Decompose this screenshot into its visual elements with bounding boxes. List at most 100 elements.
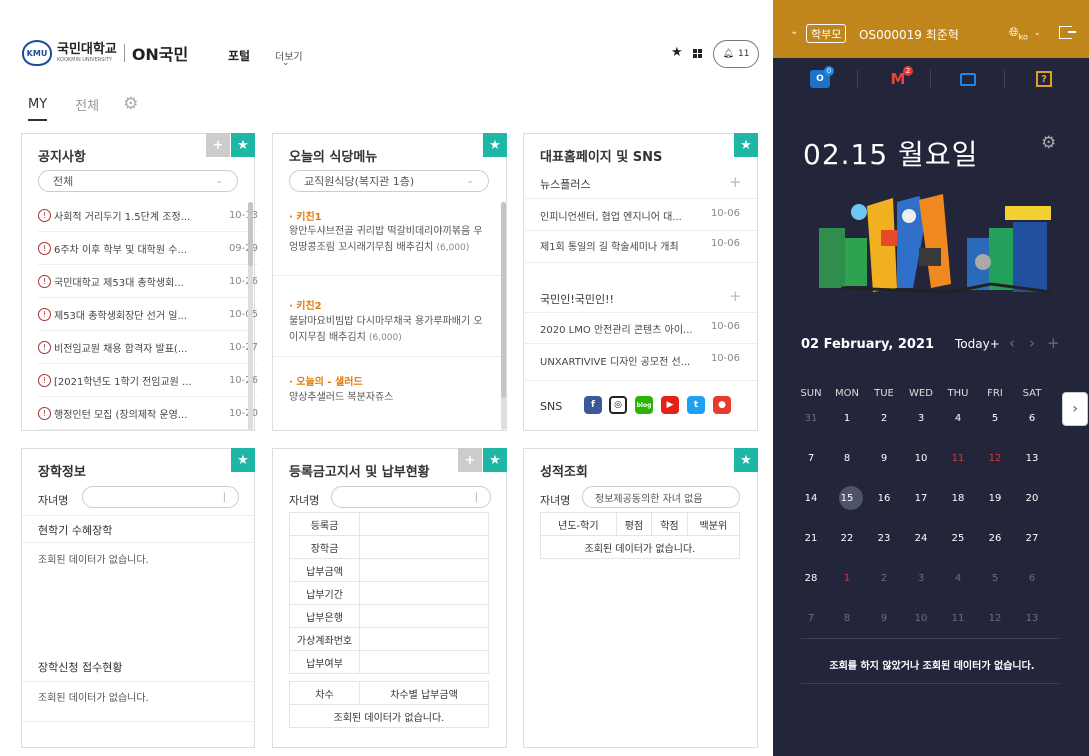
calendar-day[interactable]: 9: [866, 613, 902, 624]
calendar-day[interactable]: 7: [793, 613, 829, 624]
favorite-star-icon[interactable]: ★: [231, 448, 255, 472]
calendar-day[interactable]: 17: [903, 493, 939, 504]
youtube-icon[interactable]: ▶: [661, 396, 679, 414]
prev-month-icon[interactable]: ‹: [1009, 334, 1015, 352]
instagram-icon[interactable]: ◎: [609, 396, 627, 414]
calendar-day[interactable]: 25: [940, 533, 976, 544]
calendar-day[interactable]: 9: [866, 453, 902, 464]
calendar-day[interactable]: 31: [793, 413, 829, 424]
calendar-day[interactable]: 23: [866, 533, 902, 544]
calendar-day[interactable]: 5: [977, 573, 1013, 584]
settings-gear-icon[interactable]: ⚙: [1041, 133, 1056, 153]
favorite-star-icon[interactable]: ★: [734, 133, 758, 157]
calendar-day[interactable]: 28: [793, 573, 829, 584]
calendar-day[interactable]: 10: [903, 453, 939, 464]
role-badge[interactable]: 학부모: [806, 24, 847, 43]
next-month-icon[interactable]: ›: [1029, 334, 1035, 352]
calendar-day[interactable]: 2: [866, 413, 902, 424]
calendar-day[interactable]: 12: [977, 453, 1013, 464]
calendar-day[interactable]: 18: [940, 493, 976, 504]
notice-list-item[interactable]: ! 행정인턴 모집 (장의제작 운영... 10-20: [38, 398, 258, 430]
list-item[interactable]: 제1회 통일의 길 학술세미나 개최 10-06: [540, 238, 740, 253]
notice-list-item[interactable]: ! [2021학년도 1학기 전임교원 ... 10-26: [38, 365, 258, 397]
grid-menu-icon[interactable]: [693, 49, 702, 58]
monitor-icon[interactable]: [957, 68, 979, 90]
calendar-day[interactable]: 15: [829, 493, 865, 504]
add-plus-icon[interactable]: +: [458, 448, 482, 472]
favorite-star-icon[interactable]: ★: [483, 133, 507, 157]
child-name-select[interactable]: |: [331, 486, 491, 508]
calendar-day[interactable]: 11: [940, 453, 976, 464]
calendar-day[interactable]: 2: [866, 573, 902, 584]
calendar-day[interactable]: 4: [940, 573, 976, 584]
settings-gear-icon[interactable]: ⚙: [123, 94, 138, 123]
notice-list-item[interactable]: ! 국민대학교 제53대 총학생회... 10-26: [38, 266, 258, 298]
calendar-day[interactable]: 27: [1014, 533, 1050, 544]
calendar-day[interactable]: 24: [903, 533, 939, 544]
sidebar-toggle-arrow[interactable]: ›: [1062, 392, 1088, 426]
kakao-story-icon[interactable]: ●: [713, 396, 731, 414]
nav-portal[interactable]: 포털: [228, 47, 250, 64]
calendar-day[interactable]: 13: [1014, 613, 1050, 624]
calendar-day[interactable]: 10: [903, 613, 939, 624]
cafeteria-select[interactable]: 교직원식당(복지관 1층) ⌄: [289, 170, 489, 192]
notice-list-item[interactable]: ! 6주차 이후 학부 및 대학원 수... 09-29: [38, 233, 258, 265]
calendar-day[interactable]: 20: [1014, 493, 1050, 504]
calendar-day[interactable]: 4: [940, 413, 976, 424]
today-button[interactable]: Today+: [955, 337, 1000, 351]
calendar-day[interactable]: 3: [903, 413, 939, 424]
calendar-day[interactable]: 5: [977, 413, 1013, 424]
calendar-day[interactable]: 8: [829, 453, 865, 464]
favorite-star-icon[interactable]: ★: [483, 448, 507, 472]
calendar-day[interactable]: 12: [977, 613, 1013, 624]
facebook-icon[interactable]: f: [584, 396, 602, 414]
calendar-day[interactable]: 3: [903, 573, 939, 584]
help-icon[interactable]: ?: [1033, 68, 1055, 90]
add-plus-icon[interactable]: +: [729, 173, 742, 191]
tab-all[interactable]: 전체: [75, 95, 99, 123]
chevron-down-icon[interactable]: ⌄: [282, 58, 290, 68]
tab-my[interactable]: MY: [28, 97, 48, 121]
notice-list-item[interactable]: ! 사회적 거리두기 1.5단계 조정... 10-13: [38, 200, 258, 232]
chevron-down-icon[interactable]: ⌄: [1034, 28, 1041, 37]
favorite-star-icon[interactable]: ★: [734, 448, 758, 472]
calendar-day[interactable]: 1: [829, 573, 865, 584]
list-item[interactable]: UNXARTIVIVE 디자인 공모전 선... 10-06: [540, 353, 740, 368]
child-name-select[interactable]: 정보제공동의한 자녀 없음: [582, 486, 740, 508]
chevron-down-icon[interactable]: ⌄: [790, 26, 798, 37]
notification-button[interactable]: 🔔︎ 11: [713, 40, 759, 68]
list-item[interactable]: 2020 LMO 안전관리 콘텐츠 아이... 10-06: [540, 321, 740, 336]
twitter-icon[interactable]: t: [687, 396, 705, 414]
outlook-icon[interactable]: O 0: [807, 66, 834, 90]
calendar-day[interactable]: 14: [793, 493, 829, 504]
notice-list-item[interactable]: ! 제53대 총학생회장단 선거 일... 10-05: [38, 299, 258, 331]
scrollbar-thumb[interactable]: [501, 202, 506, 398]
calendar-day[interactable]: 6: [1014, 573, 1050, 584]
gmail-icon[interactable]: M 2: [885, 66, 913, 90]
calendar-day[interactable]: 19: [977, 493, 1013, 504]
university-logo[interactable]: KMU 국민대학교 KOOKMIN UNIVERSITY ON국민: [22, 40, 188, 66]
calendar-day[interactable]: 6: [1014, 413, 1050, 424]
favorite-star-icon[interactable]: ★: [671, 45, 683, 60]
calendar-day[interactable]: 22: [829, 533, 865, 544]
calendar-day[interactable]: 7: [793, 453, 829, 464]
blog-icon[interactable]: blog: [635, 396, 653, 414]
add-plus-icon[interactable]: +: [206, 133, 230, 157]
notice-filter-select[interactable]: 전체 ⌄: [38, 170, 238, 192]
calendar-day[interactable]: 21: [793, 533, 829, 544]
add-plus-icon[interactable]: +: [729, 287, 742, 305]
calendar-day[interactable]: 26: [977, 533, 1013, 544]
child-name-select[interactable]: |: [82, 486, 239, 508]
calendar-day[interactable]: 1: [829, 413, 865, 424]
language-selector[interactable]: 🌐︎ko: [1009, 25, 1028, 41]
calendar-day[interactable]: 13: [1014, 453, 1050, 464]
notice-list-item[interactable]: ! 비전임교원 채용 합격자 발표(... 10-27: [38, 332, 258, 364]
logout-icon[interactable]: [1059, 26, 1076, 39]
favorite-star-icon[interactable]: ★: [231, 133, 255, 157]
scrollbar-thumb[interactable]: [248, 202, 253, 266]
calendar-day[interactable]: 11: [940, 613, 976, 624]
list-item[interactable]: 인피니언센터, 협업 엔지니어 대... 10-06: [540, 208, 740, 223]
add-event-icon[interactable]: +: [1047, 334, 1060, 352]
calendar-day[interactable]: 16: [866, 493, 902, 504]
calendar-day[interactable]: 8: [829, 613, 865, 624]
